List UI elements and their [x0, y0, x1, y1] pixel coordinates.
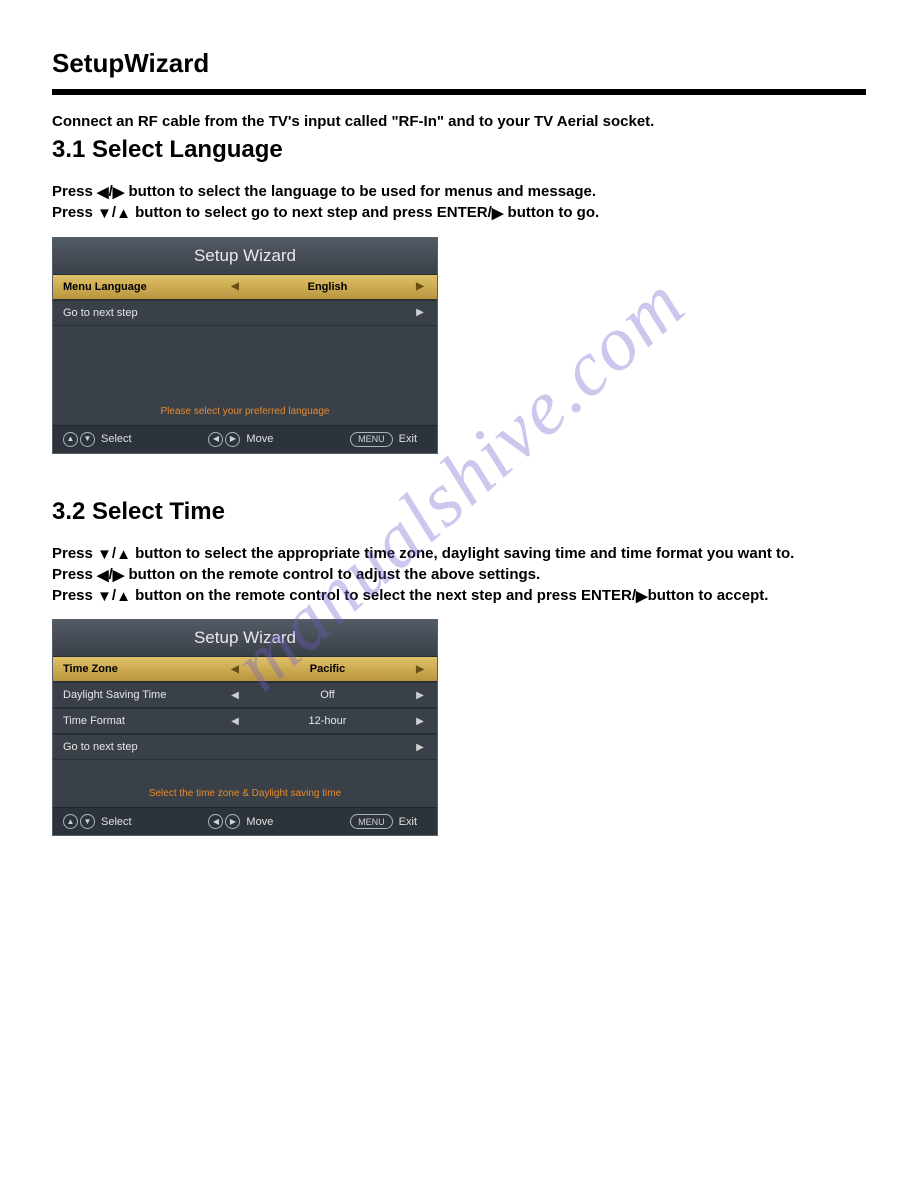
spacer — [53, 326, 437, 404]
wizard-title: Setup Wizard — [53, 238, 437, 274]
wizard-row-timeformat[interactable]: Time Format ◀ 12-hour ▶ — [53, 708, 437, 734]
instr-text: Press — [52, 566, 97, 583]
title-divider — [52, 89, 866, 95]
right-circle-icon[interactable]: ▶ — [225, 432, 240, 447]
up-circle-icon[interactable]: ▲ — [63, 814, 78, 829]
wizard-panel-time: Setup Wizard Time Zone ◀ Pacific ▶ Dayli… — [52, 619, 438, 836]
footer-label: Exit — [399, 816, 417, 828]
instr-text: Press — [52, 183, 97, 200]
intro-text: Connect an RF cable from the TV's input … — [52, 113, 866, 130]
footer-move-group: ◀ ▶ Move — [208, 814, 283, 829]
down-circle-icon[interactable]: ▼ — [80, 432, 95, 447]
footer-exit-group: MENU Exit — [350, 814, 427, 829]
footer-select-group: ▲ ▼ Select — [63, 814, 142, 829]
down-icon: ▼ — [97, 204, 112, 224]
row-value: English — [242, 281, 413, 293]
footer-label: Exit — [399, 433, 417, 445]
row-label: Menu Language — [63, 281, 228, 293]
wizard-row-next-step[interactable]: Go to next step ▶ — [53, 300, 437, 326]
arrow-right-icon[interactable]: ▶ — [413, 307, 427, 318]
wizard-footer: ▲ ▼ Select ◀ ▶ Move MENU Exit — [53, 807, 437, 835]
arrow-left-icon[interactable]: ◀ — [228, 716, 242, 727]
wizard-row-timezone[interactable]: Time Zone ◀ Pacific ▶ — [53, 656, 437, 682]
instr-text: Press — [52, 545, 97, 562]
right-circle-icon[interactable]: ▶ — [225, 814, 240, 829]
up-icon: ▲ — [116, 545, 131, 565]
row-label: Daylight Saving Time — [63, 689, 228, 701]
spacer — [53, 760, 437, 786]
row-label: Time Zone — [63, 663, 228, 675]
arrow-left-icon[interactable]: ◀ — [228, 690, 242, 701]
row-value: Pacific — [242, 663, 413, 675]
right-icon: ▶ — [636, 587, 648, 607]
wizard-body: Menu Language ◀ English ▶ Go to next ste… — [53, 274, 437, 425]
instr-text: button to select the language to be used… — [124, 183, 596, 200]
arrow-left-icon[interactable]: ◀ — [228, 664, 242, 675]
left-circle-icon[interactable]: ◀ — [208, 814, 223, 829]
arrow-right-icon[interactable]: ▶ — [413, 664, 427, 675]
instr-text: button to select the appropriate time zo… — [131, 545, 794, 562]
instr-text: button on the remote control to adjust t… — [124, 566, 540, 583]
right-icon: ▶ — [113, 183, 125, 203]
wizard-row-menu-language[interactable]: Menu Language ◀ English ▶ — [53, 274, 437, 300]
arrow-right-icon[interactable]: ▶ — [413, 281, 427, 292]
row-value: Off — [242, 689, 413, 701]
arrow-right-icon[interactable]: ▶ — [413, 690, 427, 701]
footer-label: Select — [101, 433, 132, 445]
arrow-right-icon[interactable]: ▶ — [413, 742, 427, 753]
wizard-hint: Please select your preferred language — [53, 404, 437, 425]
wizard-row-dst[interactable]: Daylight Saving Time ◀ Off ▶ — [53, 682, 437, 708]
footer-select-group: ▲ ▼ Select — [63, 432, 142, 447]
wizard-body: Time Zone ◀ Pacific ▶ Daylight Saving Ti… — [53, 656, 437, 807]
page-title: SetupWizard — [52, 48, 866, 79]
section-heading-time: 3.2 Select Time — [52, 498, 866, 526]
up-icon: ▲ — [116, 204, 131, 224]
instr-text: Press — [52, 587, 97, 604]
row-label: Go to next step — [63, 307, 228, 319]
wizard-footer: ▲ ▼ Select ◀ ▶ Move MENU Exit — [53, 425, 437, 453]
down-icon: ▼ — [97, 545, 112, 565]
left-icon: ◀ — [97, 183, 109, 203]
wizard-panel-language: Setup Wizard Menu Language ◀ English ▶ G… — [52, 237, 438, 454]
instructions-time: Press ▼/▲ button to select the appropria… — [52, 544, 866, 608]
instr-text: button to go. — [503, 204, 599, 221]
arrow-right-icon[interactable]: ▶ — [413, 716, 427, 727]
wizard-title: Setup Wizard — [53, 620, 437, 656]
menu-button[interactable]: MENU — [350, 814, 393, 829]
wizard-hint: Select the time zone & Daylight saving t… — [53, 786, 437, 807]
up-circle-icon[interactable]: ▲ — [63, 432, 78, 447]
instructions-language: Press ◀/▶ button to select the language … — [52, 182, 866, 225]
wizard-row-next-step[interactable]: Go to next step ▶ — [53, 734, 437, 760]
right-icon: ▶ — [492, 204, 504, 224]
left-icon: ◀ — [97, 566, 109, 586]
footer-label: Move — [246, 433, 273, 445]
footer-label: Select — [101, 816, 132, 828]
arrow-left-icon[interactable]: ◀ — [228, 281, 242, 292]
row-value: 12-hour — [242, 715, 413, 727]
footer-exit-group: MENU Exit — [350, 432, 427, 447]
instr-text: Press — [52, 204, 97, 221]
footer-label: Move — [246, 816, 273, 828]
row-label: Go to next step — [63, 741, 228, 753]
instr-text: button to select go to next step and pre… — [131, 204, 492, 221]
up-icon: ▲ — [116, 587, 131, 607]
menu-button[interactable]: MENU — [350, 432, 393, 447]
down-icon: ▼ — [97, 587, 112, 607]
left-circle-icon[interactable]: ◀ — [208, 432, 223, 447]
instr-text: button to accept. — [648, 587, 769, 604]
instr-text: button on the remote control to select t… — [131, 587, 636, 604]
footer-move-group: ◀ ▶ Move — [208, 432, 283, 447]
row-label: Time Format — [63, 715, 228, 727]
right-icon: ▶ — [113, 566, 125, 586]
down-circle-icon[interactable]: ▼ — [80, 814, 95, 829]
section-heading-language: 3.1 Select Language — [52, 136, 866, 164]
